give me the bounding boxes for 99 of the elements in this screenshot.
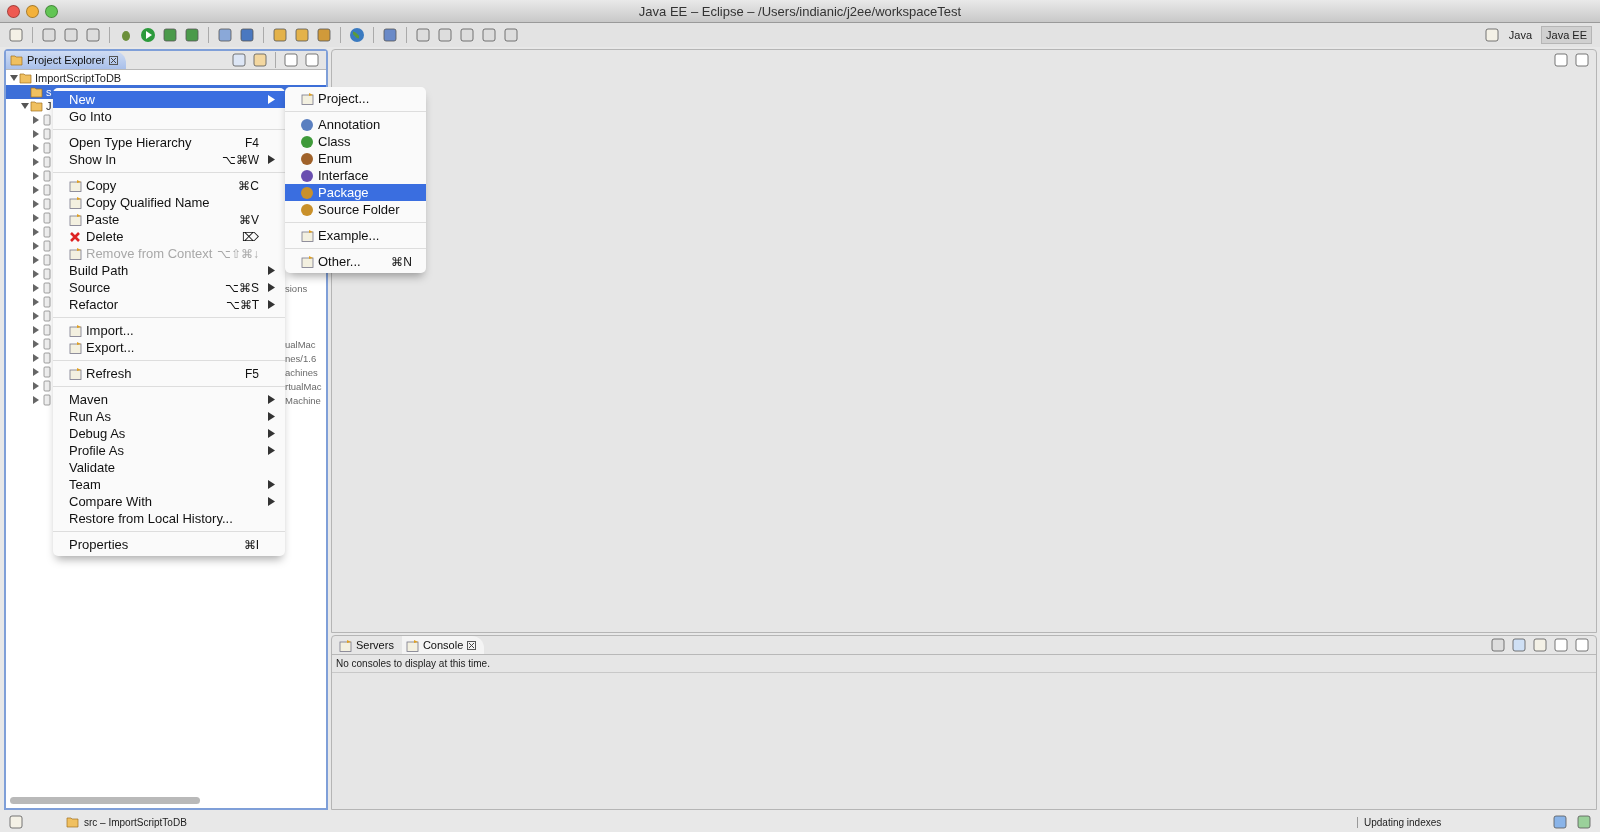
jar-icon (41, 352, 53, 364)
jar-icon (41, 170, 53, 182)
console-message: No consoles to display at this time. (332, 655, 1596, 673)
menu-item[interactable]: Copy Qualified Name (53, 194, 285, 211)
status-text: src – ImportScriptToDB (84, 816, 187, 828)
scrollbar-thumb[interactable] (10, 797, 200, 804)
folder-icon (10, 54, 23, 66)
jar-icon (41, 184, 53, 196)
window-title: Java EE – Eclipse – /Users/indianic/j2ee/workspaceTest (637, 3, 963, 19)
menu-item[interactable]: Debug As (53, 425, 285, 442)
menu-item[interactable]: New (53, 91, 285, 108)
menu-item[interactable]: Source ⌥⌘S (53, 279, 285, 296)
menu-item[interactable]: Source Folder (285, 201, 426, 218)
jar-icon (41, 282, 53, 294)
tree-item[interactable]: nes/1.6 (285, 352, 317, 364)
menu-item[interactable]: Delete ⌦ (53, 228, 285, 245)
menu-item[interactable]: Build Path (53, 262, 285, 279)
jar-icon (41, 310, 53, 322)
jar-icon (41, 156, 53, 168)
menu-item[interactable]: Show In ⌥⌘W (53, 151, 285, 168)
jar-icon (41, 198, 53, 210)
jar-icon (41, 338, 53, 350)
zoom-button[interactable] (45, 4, 58, 18)
menu-item[interactable]: Maven (53, 391, 285, 408)
jar-icon (41, 128, 53, 140)
tree-item[interactable]: achines (285, 366, 318, 378)
document-icon (69, 324, 82, 337)
menu-item[interactable]: Import... (53, 322, 285, 339)
tree-item[interactable]: s (46, 86, 52, 98)
document-icon (301, 255, 314, 268)
document-icon (339, 638, 352, 652)
menu-item[interactable]: Class (285, 133, 426, 150)
menu-item[interactable]: Interface (285, 167, 426, 184)
jar-icon (41, 254, 53, 266)
jar-icon (41, 366, 53, 378)
document-icon (301, 92, 314, 105)
jar-icon (41, 296, 53, 308)
tree-item[interactable]: sions (285, 282, 308, 294)
menu-item[interactable]: Profile As (53, 442, 285, 459)
menu-item[interactable]: Project... (285, 90, 426, 107)
jar-icon (41, 380, 53, 392)
view-tab[interactable]: Console (401, 636, 485, 654)
tree-item[interactable]: J (46, 100, 52, 112)
menu-item[interactable]: Example... (285, 227, 426, 244)
document-icon (405, 638, 419, 652)
view-tab[interactable]: Servers (335, 636, 402, 654)
menu-item[interactable]: Package (285, 184, 426, 201)
jar-icon (41, 394, 53, 406)
document-icon (69, 247, 82, 260)
submenu-arrow-icon (268, 155, 275, 164)
document-icon (69, 367, 82, 380)
globe-icon[interactable] (349, 27, 365, 43)
document-icon (69, 213, 82, 226)
menu-item[interactable]: Open Type Hierarchy F4 (53, 134, 285, 151)
submenu-arrow-icon (268, 95, 275, 104)
jar-icon (41, 268, 53, 280)
menu-item[interactable]: Properties ⌘I (53, 536, 285, 553)
menu-item[interactable]: Other... ⌘N (285, 253, 426, 270)
tree-item[interactable]: ualMac (285, 338, 316, 350)
close-icon[interactable] (109, 55, 119, 65)
document-icon (69, 341, 82, 354)
jar-icon (41, 226, 53, 238)
perspective-button[interactable]: Java EE (1541, 26, 1592, 44)
close-button[interactable] (7, 4, 20, 18)
view-tab[interactable]: Project Explorer (6, 51, 127, 69)
jar-icon (41, 212, 53, 224)
tree-item[interactable]: ImportScriptToDB (35, 72, 122, 84)
menu-item[interactable]: Restore from Local History... (53, 510, 285, 527)
progress-text: Updating indexes (1357, 816, 1544, 828)
menu-item[interactable]: Team (53, 476, 285, 493)
menu-item[interactable]: Go Into (53, 108, 285, 125)
tree-item[interactable]: Machine (285, 394, 321, 406)
document-icon (69, 179, 82, 192)
folder-icon (30, 86, 43, 98)
tree-item[interactable]: rtualMac (285, 380, 322, 392)
jar-icon (41, 240, 53, 252)
menu-item[interactable]: Refactor ⌥⌘T (53, 296, 285, 313)
document-icon (301, 229, 314, 242)
perspective-button[interactable]: Java (1503, 26, 1538, 44)
run-icon[interactable] (140, 27, 156, 43)
delete-icon (69, 230, 81, 243)
jar-icon (41, 324, 53, 336)
menu-item[interactable]: Paste ⌘V (53, 211, 285, 228)
expanded-arrow-icon[interactable] (10, 74, 18, 82)
menu-item[interactable]: Compare With (53, 493, 285, 510)
menu-item[interactable]: Refresh F5 (53, 365, 285, 382)
folder-icon (66, 816, 79, 828)
close-icon[interactable] (467, 640, 477, 650)
menu-item[interactable]: Enum (285, 150, 426, 167)
menu-item[interactable]: Run As (53, 408, 285, 425)
menu-item[interactable]: Validate (53, 459, 285, 476)
minimize-button[interactable] (26, 4, 39, 18)
menu-item[interactable]: Annotation (285, 116, 426, 133)
jar-icon (41, 142, 53, 154)
expanded-arrow-icon[interactable] (21, 102, 29, 110)
document-icon (69, 196, 82, 209)
menu-item[interactable]: Export... (53, 339, 285, 356)
jar-icon (41, 114, 53, 126)
menu-item[interactable]: Copy ⌘C (53, 177, 285, 194)
